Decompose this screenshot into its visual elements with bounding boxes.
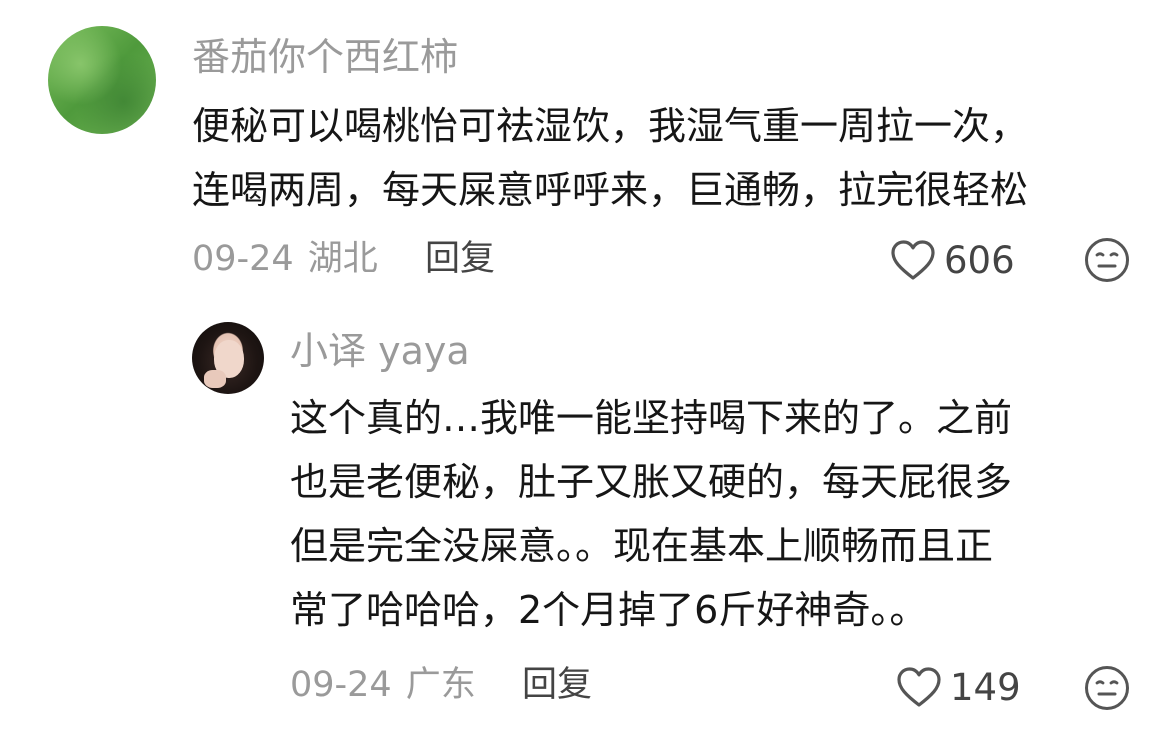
comment-location: 湖北 xyxy=(307,239,378,279)
comment-meta: 09-24 湖北 xyxy=(192,242,378,277)
comment-text-line: 便秘可以喝桃怡可祛湿饮，我湿气重一周拉一次， xyxy=(192,104,1029,148)
reply-button[interactable]: 回复 xyxy=(522,668,592,703)
meh-face-icon[interactable] xyxy=(1084,665,1130,711)
heart-outline-icon xyxy=(896,666,942,708)
like-button[interactable]: 606 xyxy=(890,239,1015,281)
comment-text-line: 常了哈哈哈，2个月掉了6斤好神奇。。 xyxy=(290,588,928,632)
comment-item: 番茄你个西红柿 便秘可以喝桃怡可祛湿饮，我湿气重一周拉一次， 连喝两周，每天屎意… xyxy=(0,0,1170,300)
meh-face-icon[interactable] xyxy=(1084,237,1130,283)
like-count: 149 xyxy=(950,665,1021,709)
avatar[interactable] xyxy=(48,26,156,134)
comment-text-line: 也是老便秘，肚子又胀又硬的，每天屁很多 xyxy=(290,460,1013,504)
comment-text-line: 但是完全没屎意。。现在基本上顺畅而且正 xyxy=(290,524,994,568)
comment-text: 这个真的…我唯一能坚持喝下来的了。之前 也是老便秘，肚子又胀又硬的，每天屁很多 … xyxy=(290,386,1012,642)
avatar[interactable] xyxy=(192,322,264,394)
reply-button[interactable]: 回复 xyxy=(425,242,495,277)
avatar-hand xyxy=(204,370,226,388)
comment-username[interactable]: 番茄你个西红柿 xyxy=(192,38,458,76)
like-count: 606 xyxy=(944,238,1015,282)
comment-text-line: 连喝两周，每天屎意呼呼来，巨通畅，拉完很轻松 xyxy=(192,168,1029,212)
comment-date: 09-24 xyxy=(290,665,392,705)
heart-outline-icon xyxy=(890,239,936,281)
reply-comment-item: 小译 yaya 这个真的…我唯一能坚持喝下来的了。之前 也是老便秘，肚子又胀又硬… xyxy=(0,300,1170,753)
comment-text: 便秘可以喝桃怡可祛湿饮，我湿气重一周拉一次， 连喝两周，每天屎意呼呼来，巨通畅，… xyxy=(192,94,1028,222)
comment-location: 广东 xyxy=(405,665,476,705)
comment-date: 09-24 xyxy=(192,239,294,279)
comment-meta: 09-24 广东 xyxy=(290,668,476,703)
comment-username[interactable]: 小译 yaya xyxy=(290,332,470,370)
comment-text-line: 这个真的…我唯一能坚持喝下来的了。之前 xyxy=(290,396,1013,440)
like-button[interactable]: 149 xyxy=(896,666,1021,708)
